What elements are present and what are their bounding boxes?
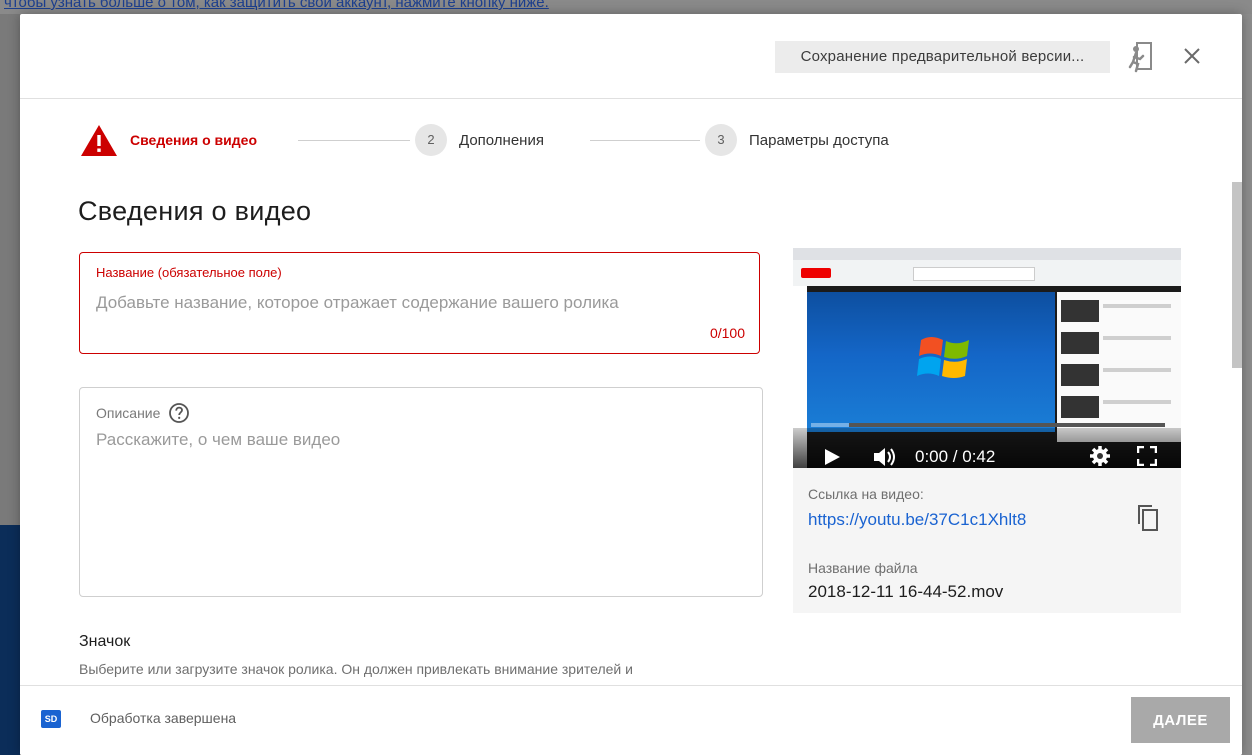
- page-title: Сведения о видео: [78, 196, 312, 226]
- filename-label: Название файла: [808, 560, 918, 576]
- video-time: 0:00 / 0:42: [915, 447, 996, 466]
- background-banner-text: чтобы узнать больше о том, как защитить …: [4, 0, 549, 11]
- step-details-label: Сведения о видео: [130, 132, 257, 148]
- warning-icon: [81, 125, 117, 156]
- description-placeholder: Расскажите, о чем ваше видео: [96, 430, 341, 449]
- thumbnail-heading: Значок: [79, 633, 131, 650]
- copy-icon[interactable]: [1137, 504, 1159, 532]
- sd-badge: SD: [41, 710, 61, 728]
- video-preview[interactable]: 0:00 / 0:42: [793, 248, 1181, 468]
- video-link[interactable]: https://youtu.be/37C1c1Xhlt8: [808, 510, 1026, 530]
- volume-icon[interactable]: [873, 446, 897, 468]
- preview-side-thumb: [1061, 396, 1099, 418]
- upload-stepper: Сведения о видео 2 Дополнения 3 Параметр…: [80, 120, 980, 160]
- background-banner: чтобы узнать больше о том, как защитить …: [0, 0, 1252, 14]
- play-icon[interactable]: [823, 448, 841, 466]
- title-input[interactable]: Название (обязательное поле) Добавьте на…: [79, 252, 760, 354]
- video-link-label: Ссылка на видео:: [808, 486, 924, 502]
- fullscreen-icon[interactable]: [1137, 446, 1157, 466]
- background-panel: [0, 525, 20, 755]
- preview-side-thumb: [1061, 300, 1099, 322]
- step-details[interactable]: Сведения о видео: [80, 120, 257, 160]
- preview-player-frame: [807, 292, 1055, 432]
- step-extras-number: 2: [415, 124, 447, 156]
- preview-side-line: [1103, 336, 1171, 340]
- description-input[interactable]: Описание Расскажите, о чем ваше видео: [79, 387, 763, 597]
- background-edge: [1242, 14, 1252, 755]
- help-icon[interactable]: [168, 402, 190, 424]
- description-field-label: Описание: [96, 402, 190, 424]
- step-visibility-label: Параметры доступа: [749, 131, 889, 149]
- preview-search-bar: [913, 267, 1035, 281]
- close-icon[interactable]: [1182, 46, 1202, 66]
- youtube-logo-icon: [801, 268, 831, 278]
- preview-side-thumb: [1061, 332, 1099, 354]
- exit-icon[interactable]: [1128, 40, 1154, 74]
- description-label-text: Описание: [96, 405, 161, 421]
- preview-side-line: [1103, 304, 1171, 308]
- dialog-footer: SD Обработка завершена ДАЛЕЕ: [20, 685, 1242, 755]
- title-field-label: Название (обязательное поле): [96, 265, 282, 280]
- step-connector: [590, 140, 700, 141]
- scrollbar[interactable]: [1232, 182, 1242, 368]
- filename-value: 2018-12-11 16-44-52.mov: [808, 582, 1004, 601]
- title-field-placeholder: Добавьте название, которое отражает соде…: [96, 293, 619, 312]
- step-visibility[interactable]: 3 Параметры доступа: [705, 120, 889, 160]
- save-status-chip: Сохранение предварительной версии...: [775, 41, 1110, 73]
- preview-side-line: [1103, 400, 1171, 404]
- next-button[interactable]: ДАЛЕЕ: [1131, 697, 1230, 743]
- preview-browser-tabs: [793, 248, 1181, 260]
- preview-side-thumb: [1061, 364, 1099, 386]
- processing-status: Обработка завершена: [90, 710, 237, 726]
- thumbnail-description: Выберите или загрузите значок ролика. Он…: [79, 661, 633, 677]
- dialog-header: Сохранение предварительной версии...: [20, 14, 1242, 99]
- upload-dialog: Сохранение предварительной версии... Све…: [20, 14, 1242, 755]
- step-connector: [298, 140, 410, 141]
- video-info-panel: Ссылка на видео: https://youtu.be/37C1c1…: [793, 468, 1181, 613]
- gear-icon[interactable]: [1089, 445, 1111, 467]
- step-extras[interactable]: 2 Дополнения: [415, 120, 544, 160]
- step-visibility-number: 3: [705, 124, 737, 156]
- progress-buffer: [849, 423, 1165, 427]
- step-extras-label: Дополнения: [459, 131, 544, 149]
- title-char-counter: 0/100: [709, 325, 745, 341]
- preview-side-line: [1103, 368, 1171, 372]
- preview-sidebar: [1057, 292, 1181, 442]
- windows-logo-icon: [917, 337, 969, 378]
